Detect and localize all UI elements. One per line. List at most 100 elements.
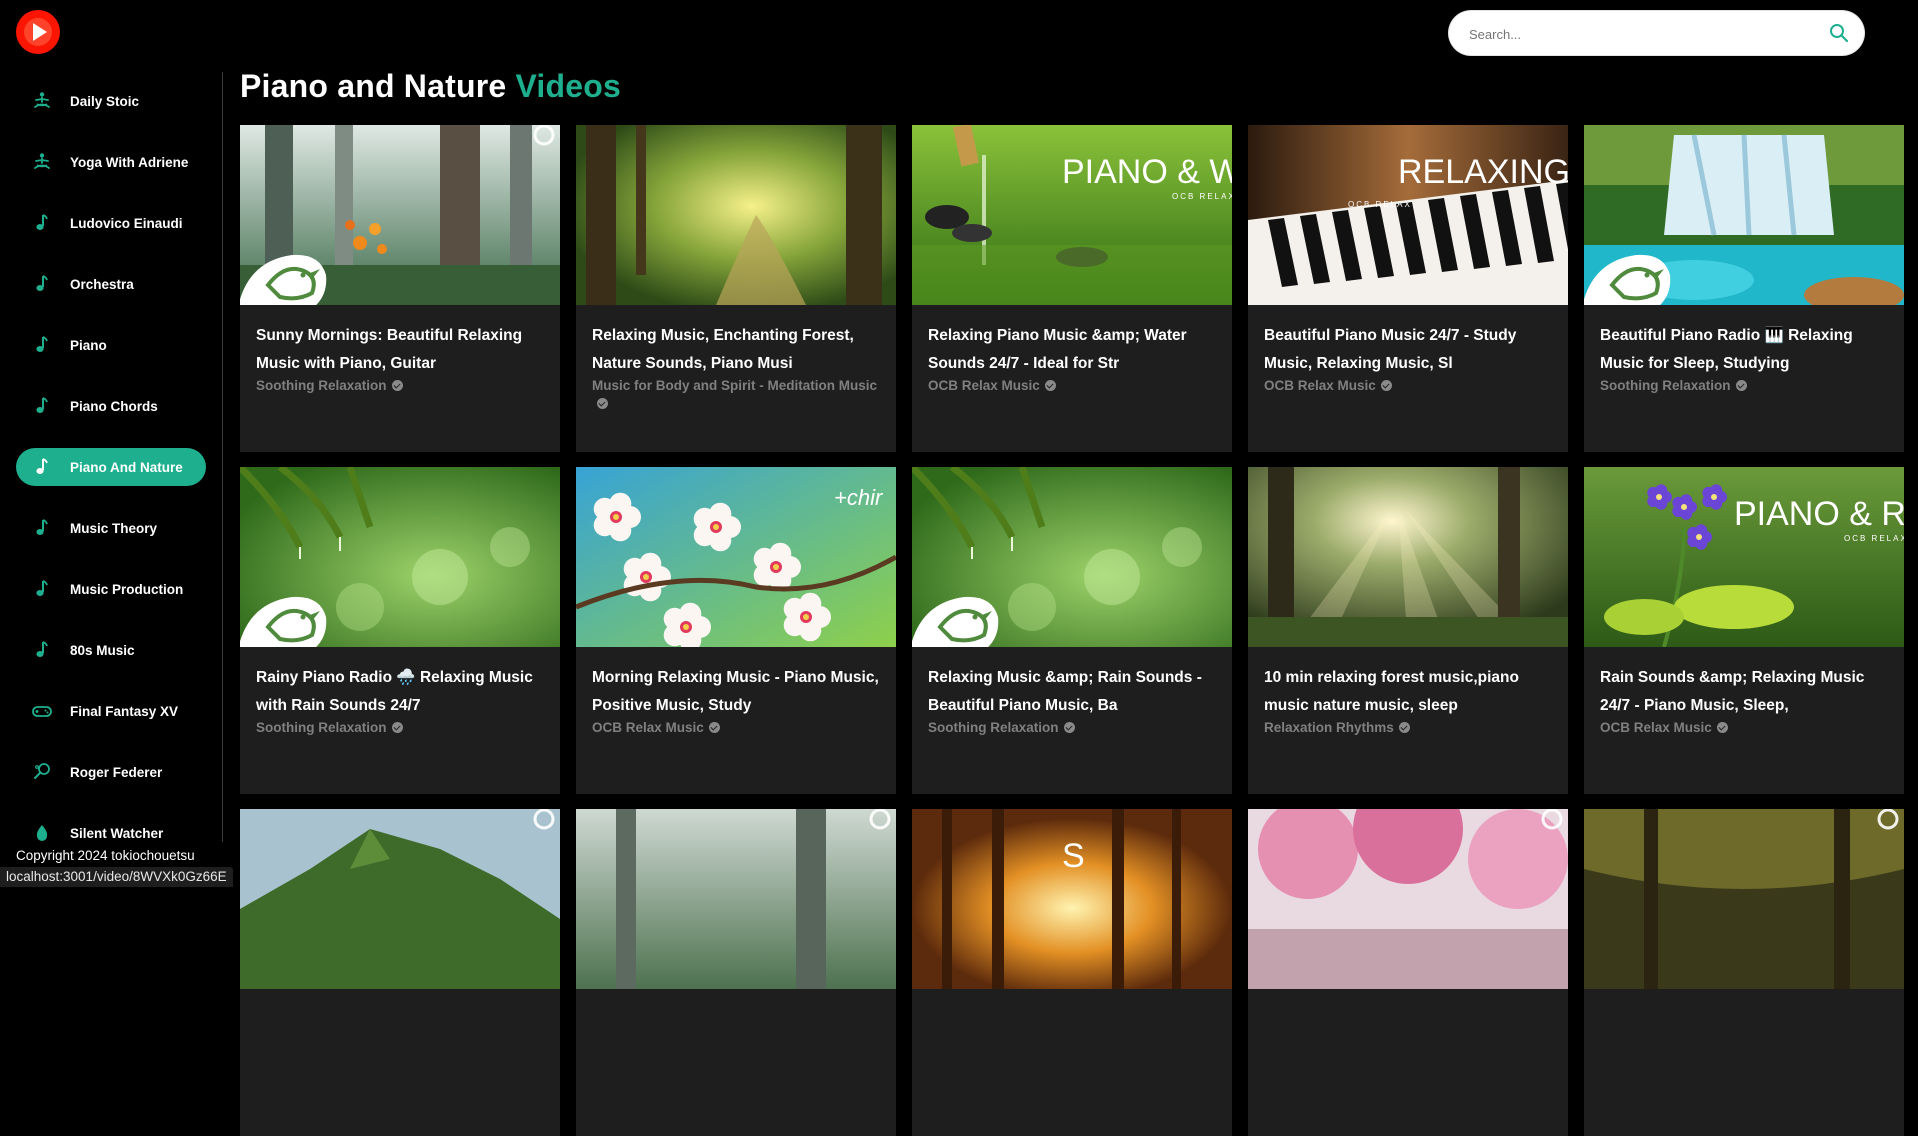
- video-card[interactable]: Relaxing Music &amp; Rain Sounds - Beaut…: [912, 467, 1232, 794]
- video-thumbnail[interactable]: [240, 809, 560, 989]
- video-title[interactable]: Beautiful Piano Radio 🎹 Relaxing Music f…: [1600, 322, 1892, 378]
- sidebar-item-music-production[interactable]: Music Production: [16, 570, 206, 608]
- video-thumbnail[interactable]: [1248, 467, 1568, 647]
- channel-label: OCB Relax Music: [592, 720, 704, 735]
- sidebar-item-label: Piano And Nature: [70, 459, 183, 475]
- sidebar-item-label: Ludovico Einaudi: [70, 215, 183, 231]
- video-title[interactable]: Relaxing Music, Enchanting Forest, Natur…: [592, 322, 884, 378]
- video-card[interactable]: Sunny Mornings: Beautiful Relaxing Music…: [240, 125, 560, 452]
- sidebar-item-piano-chords[interactable]: Piano Chords: [16, 387, 206, 425]
- video-title[interactable]: Relaxing Piano Music &amp; Water Sounds …: [928, 322, 1220, 378]
- video-card[interactable]: [1584, 809, 1904, 1136]
- verified-check-icon: [391, 721, 403, 733]
- video-thumbnail[interactable]: RELAXING PIANO OCB RELAX: [1248, 125, 1568, 305]
- sidebar: Daily Stoic Yoga With Adriene Ludovico Ein…: [0, 72, 223, 842]
- channel-label: OCB Relax Music: [928, 378, 1040, 393]
- sidebar-item-piano-and-nature[interactable]: Piano And Nature: [16, 448, 206, 486]
- copyright: Copyright 2024 tokiochouetsu: [16, 848, 195, 863]
- channel-name[interactable]: Soothing Relaxation: [928, 717, 1075, 738]
- video-title[interactable]: Rain Sounds &amp; Relaxing Music 24/7 - …: [1600, 664, 1892, 720]
- page-title-main: Piano and Nature: [240, 68, 507, 104]
- svg-text:S: S: [1062, 837, 1085, 875]
- video-thumbnail[interactable]: [1584, 809, 1904, 989]
- page-title-accent: Videos: [515, 68, 621, 104]
- video-thumbnail[interactable]: S: [912, 809, 1232, 989]
- sidebar-item-label: Piano: [70, 337, 107, 353]
- sidebar-item-silent-watcher[interactable]: Silent Watcher: [16, 814, 206, 852]
- video-card[interactable]: PIANO & WATEOCB RELAX Relaxing Piano Musi…: [912, 125, 1232, 452]
- video-title[interactable]: Beautiful Piano Music 24/7 - Study Music…: [1264, 322, 1556, 378]
- video-card[interactable]: Rainy Piano Radio 🌧️ Relaxing Music with…: [240, 467, 560, 794]
- channel-label: Relaxation Rhythms: [1264, 720, 1394, 735]
- video-thumbnail[interactable]: [576, 125, 896, 305]
- meditation-icon: [30, 150, 54, 174]
- video-thumbnail[interactable]: [912, 467, 1232, 647]
- video-thumbnail[interactable]: +chir: [576, 467, 896, 647]
- sidebar-item-orchestra[interactable]: Orchestra: [16, 265, 206, 303]
- sidebar-item-roger-federer[interactable]: Roger Federer: [16, 753, 206, 791]
- sidebar-item-ludovico-einaudi[interactable]: Ludovico Einaudi: [16, 204, 206, 242]
- water-drop-icon: [30, 821, 54, 845]
- sidebar-item-80s-music[interactable]: 80s Music: [16, 631, 206, 669]
- video-title[interactable]: 10 min relaxing forest music,piano music…: [1264, 664, 1556, 720]
- svg-text:OCB RELAX: OCB RELAX: [1348, 200, 1412, 209]
- video-title[interactable]: Sunny Mornings: Beautiful Relaxing Music…: [256, 322, 548, 378]
- sidebar-item-daily-stoic[interactable]: Daily Stoic: [16, 82, 206, 120]
- video-title[interactable]: Relaxing Music &amp; Rain Sounds - Beaut…: [928, 664, 1220, 720]
- search-input[interactable]: [1467, 22, 1811, 46]
- video-thumbnail[interactable]: [240, 125, 560, 305]
- video-card[interactable]: [1248, 809, 1568, 1136]
- channel-name[interactable]: Soothing Relaxation: [256, 375, 403, 396]
- sidebar-item-label: Orchestra: [70, 276, 134, 292]
- video-thumbnail[interactable]: PIANO & WATEOCB RELAX: [912, 125, 1232, 305]
- channel-name[interactable]: OCB Relax Music: [1600, 717, 1728, 738]
- video-card[interactable]: S: [912, 809, 1232, 1136]
- logo[interactable]: [16, 10, 60, 54]
- video-card[interactable]: RELAXING PIANO OCB RELAX Beautiful Piano M…: [1248, 125, 1568, 452]
- video-title[interactable]: Morning Relaxing Music - Piano Music, Po…: [592, 664, 884, 720]
- video-card[interactable]: +chir Morning Relaxing Music - Piano Musi…: [576, 467, 896, 794]
- sidebar-item-music-theory[interactable]: Music Theory: [16, 509, 206, 547]
- channel-name[interactable]: Soothing Relaxation: [256, 717, 403, 738]
- video-card[interactable]: Relaxing Music, Enchanting Forest, Natur…: [576, 125, 896, 452]
- sidebar-item-label: Final Fantasy XV: [70, 703, 179, 719]
- video-card[interactable]: Beautiful Piano Radio 🎹 Relaxing Music f…: [1584, 125, 1904, 452]
- channel-label: Soothing Relaxation: [256, 378, 387, 393]
- channel-label: Soothing Relaxation: [1600, 378, 1731, 393]
- music-note-icon: [30, 272, 54, 296]
- svg-text:OCB RELAX: OCB RELAX: [1844, 534, 1904, 543]
- video-card[interactable]: PIANO & RAIOCB RELAX Rain Sounds &amp; Re…: [1584, 467, 1904, 794]
- svg-text:PIANO & RAI: PIANO & RAI: [1734, 495, 1904, 533]
- music-note-icon: [30, 516, 54, 540]
- verified-check-icon: [1063, 721, 1075, 733]
- gamepad-icon: [30, 699, 54, 723]
- verified-check-icon: [1044, 379, 1056, 391]
- channel-label: Music for Body and Spirit - Meditation M…: [592, 378, 878, 393]
- channel-name[interactable]: Soothing Relaxation: [1600, 375, 1747, 396]
- verified-check-icon: [1716, 721, 1728, 733]
- sidebar-item-final-fantasy-xv[interactable]: Final Fantasy XV: [16, 692, 206, 730]
- sidebar-item-label: Music Theory: [70, 520, 158, 536]
- channel-name[interactable]: OCB Relax Music: [592, 717, 720, 738]
- video-card[interactable]: [576, 809, 896, 1136]
- video-title[interactable]: Rainy Piano Radio 🌧️ Relaxing Music with…: [256, 664, 548, 720]
- video-thumbnail[interactable]: [576, 809, 896, 989]
- video-card[interactable]: [240, 809, 560, 1136]
- verified-check-icon: [1735, 379, 1747, 391]
- channel-name[interactable]: OCB Relax Music: [928, 375, 1056, 396]
- video-thumbnail[interactable]: [1248, 809, 1568, 989]
- status-bar-url: localhost:3001/video/8WVXk0Gz66E: [0, 867, 233, 887]
- channel-name[interactable]: OCB Relax Music: [1264, 375, 1392, 396]
- video-thumbnail[interactable]: [1584, 125, 1904, 305]
- channel-name[interactable]: Relaxation Rhythms: [1264, 717, 1410, 738]
- search-icon[interactable]: [1828, 22, 1850, 44]
- sidebar-item-label: Roger Federer: [70, 764, 163, 780]
- channel-name[interactable]: Music for Body and Spirit - Meditation M…: [592, 375, 877, 410]
- video-card[interactable]: 10 min relaxing forest music,piano music…: [1248, 467, 1568, 794]
- sidebar-item-yoga-with-adriene[interactable]: Yoga With Adriene: [16, 143, 206, 181]
- video-thumbnail[interactable]: [240, 467, 560, 647]
- sidebar-item-label: Yoga With Adriene: [70, 154, 189, 170]
- svg-text:+chir: +chir: [834, 485, 884, 510]
- sidebar-item-piano[interactable]: Piano: [16, 326, 206, 364]
- video-thumbnail[interactable]: PIANO & RAIOCB RELAX: [1584, 467, 1904, 647]
